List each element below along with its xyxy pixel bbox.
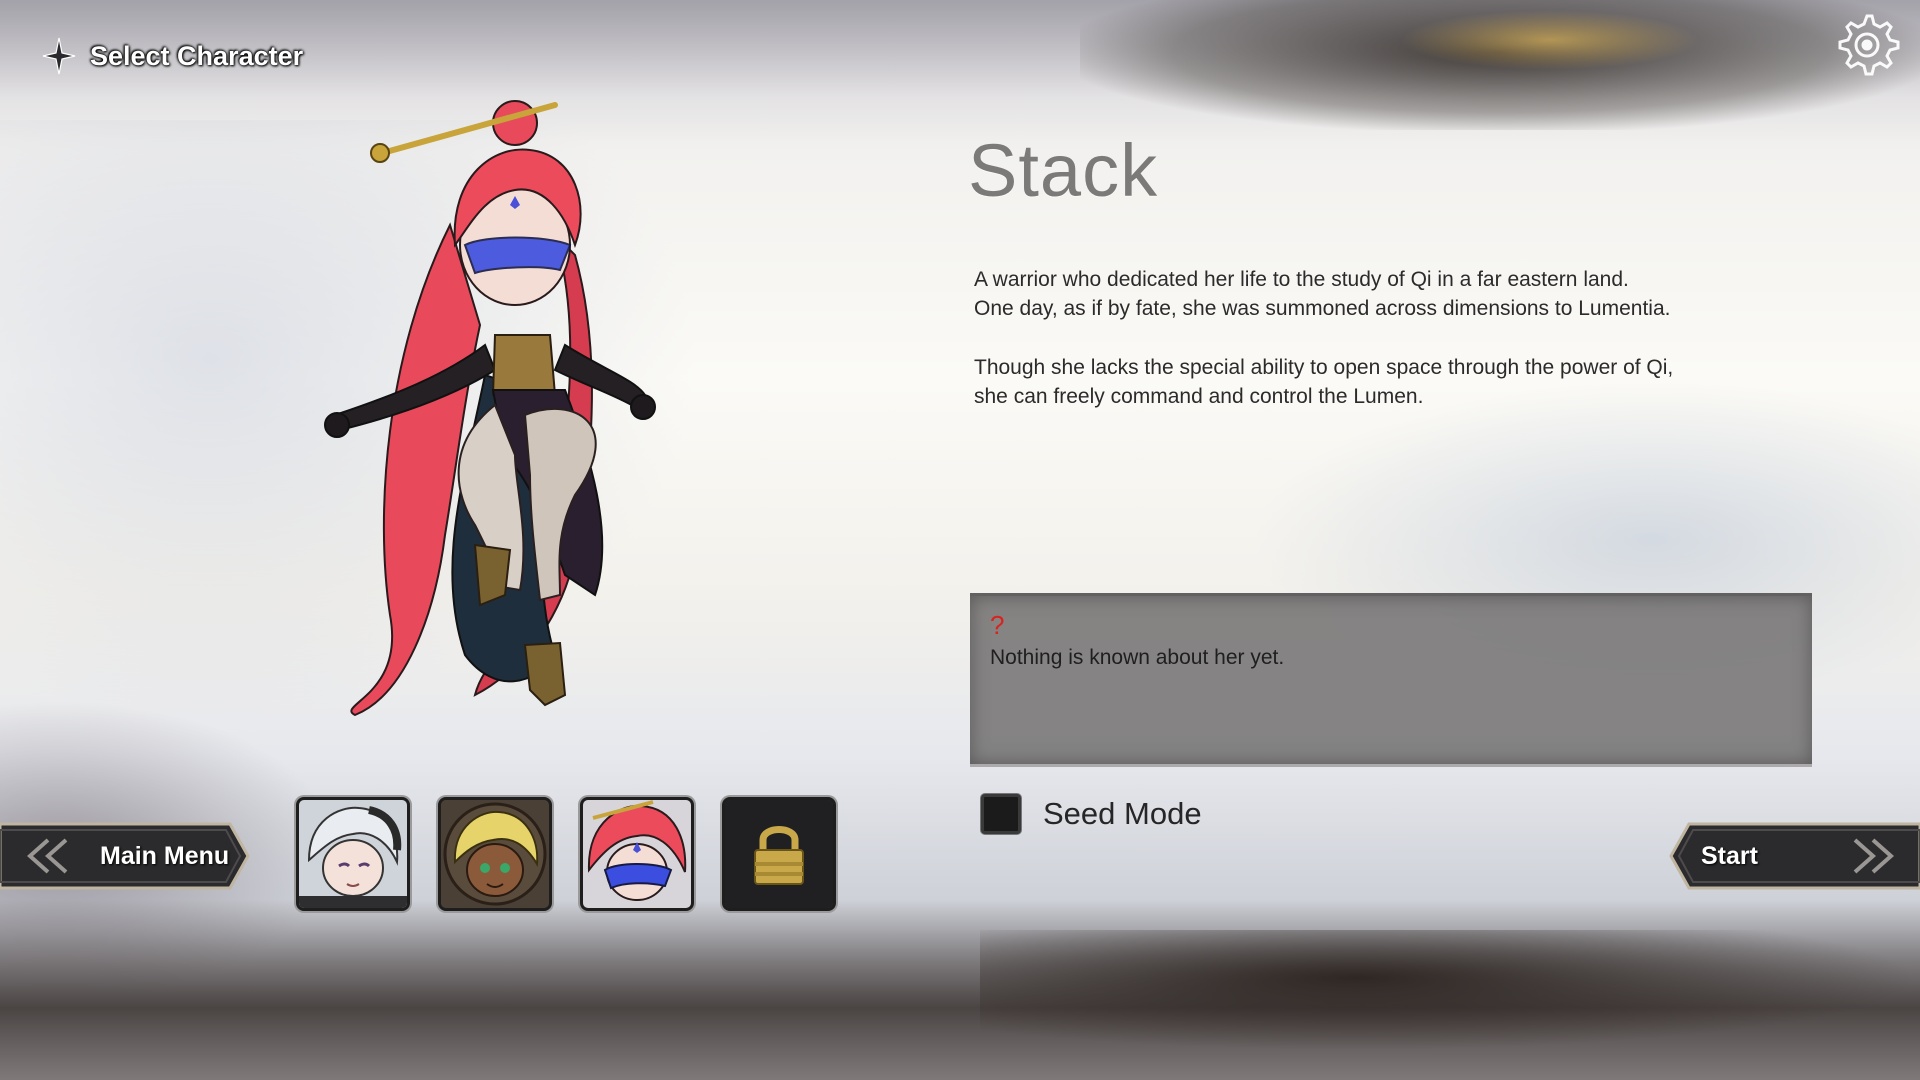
background-ridge: [1080, 0, 1920, 130]
lore-text: Nothing is known about her yet.: [990, 646, 1285, 669]
settings-button[interactable]: [1832, 10, 1902, 80]
unknown-marker: ?: [990, 610, 1005, 640]
portrait-blonde-character[interactable]: [438, 797, 552, 911]
seed-mode-toggle[interactable]: Seed Mode: [981, 794, 1202, 834]
character-select-screen: Select Character Stack A warrior who ded…: [0, 0, 1920, 1080]
sparkle-icon: [42, 37, 76, 75]
background-mountains: [0, 900, 1920, 1080]
character-lore-panel: ? Nothing is known about her yet.: [970, 593, 1812, 767]
start-button[interactable]: Start: [1667, 822, 1920, 890]
description-paragraph: A warrior who dedicated her life to the …: [974, 268, 1671, 320]
padlock-icon: [725, 800, 833, 908]
seed-mode-label: Seed Mode: [1043, 796, 1202, 831]
character-description: A warrior who dedicated her life to the …: [974, 265, 1734, 441]
background-glow: [1400, 10, 1700, 70]
stack-character-icon: [583, 800, 691, 908]
silver-haired-character-icon: [299, 800, 407, 908]
start-label: Start: [1701, 842, 1758, 870]
portrait-locked[interactable]: [722, 797, 836, 911]
main-menu-button[interactable]: Main Menu: [0, 822, 252, 890]
character-portrait-list: [296, 797, 836, 911]
gear-icon: [1838, 14, 1900, 76]
description-paragraph: Though she lacks the special ability to …: [974, 356, 1674, 408]
character-illustration: [324, 100, 656, 717]
seed-mode-checkbox[interactable]: [981, 794, 1021, 834]
character-name: Stack: [968, 129, 1159, 212]
screen-title-label: Select Character: [90, 40, 304, 71]
screen-title: Select Character: [42, 37, 304, 75]
blonde-character-icon: [441, 800, 549, 908]
portrait-silver-haired-character[interactable]: [296, 797, 410, 911]
background-mountain-peak: [980, 930, 1920, 1050]
portrait-stack[interactable]: [580, 797, 694, 911]
main-menu-label: Main Menu: [100, 842, 230, 870]
